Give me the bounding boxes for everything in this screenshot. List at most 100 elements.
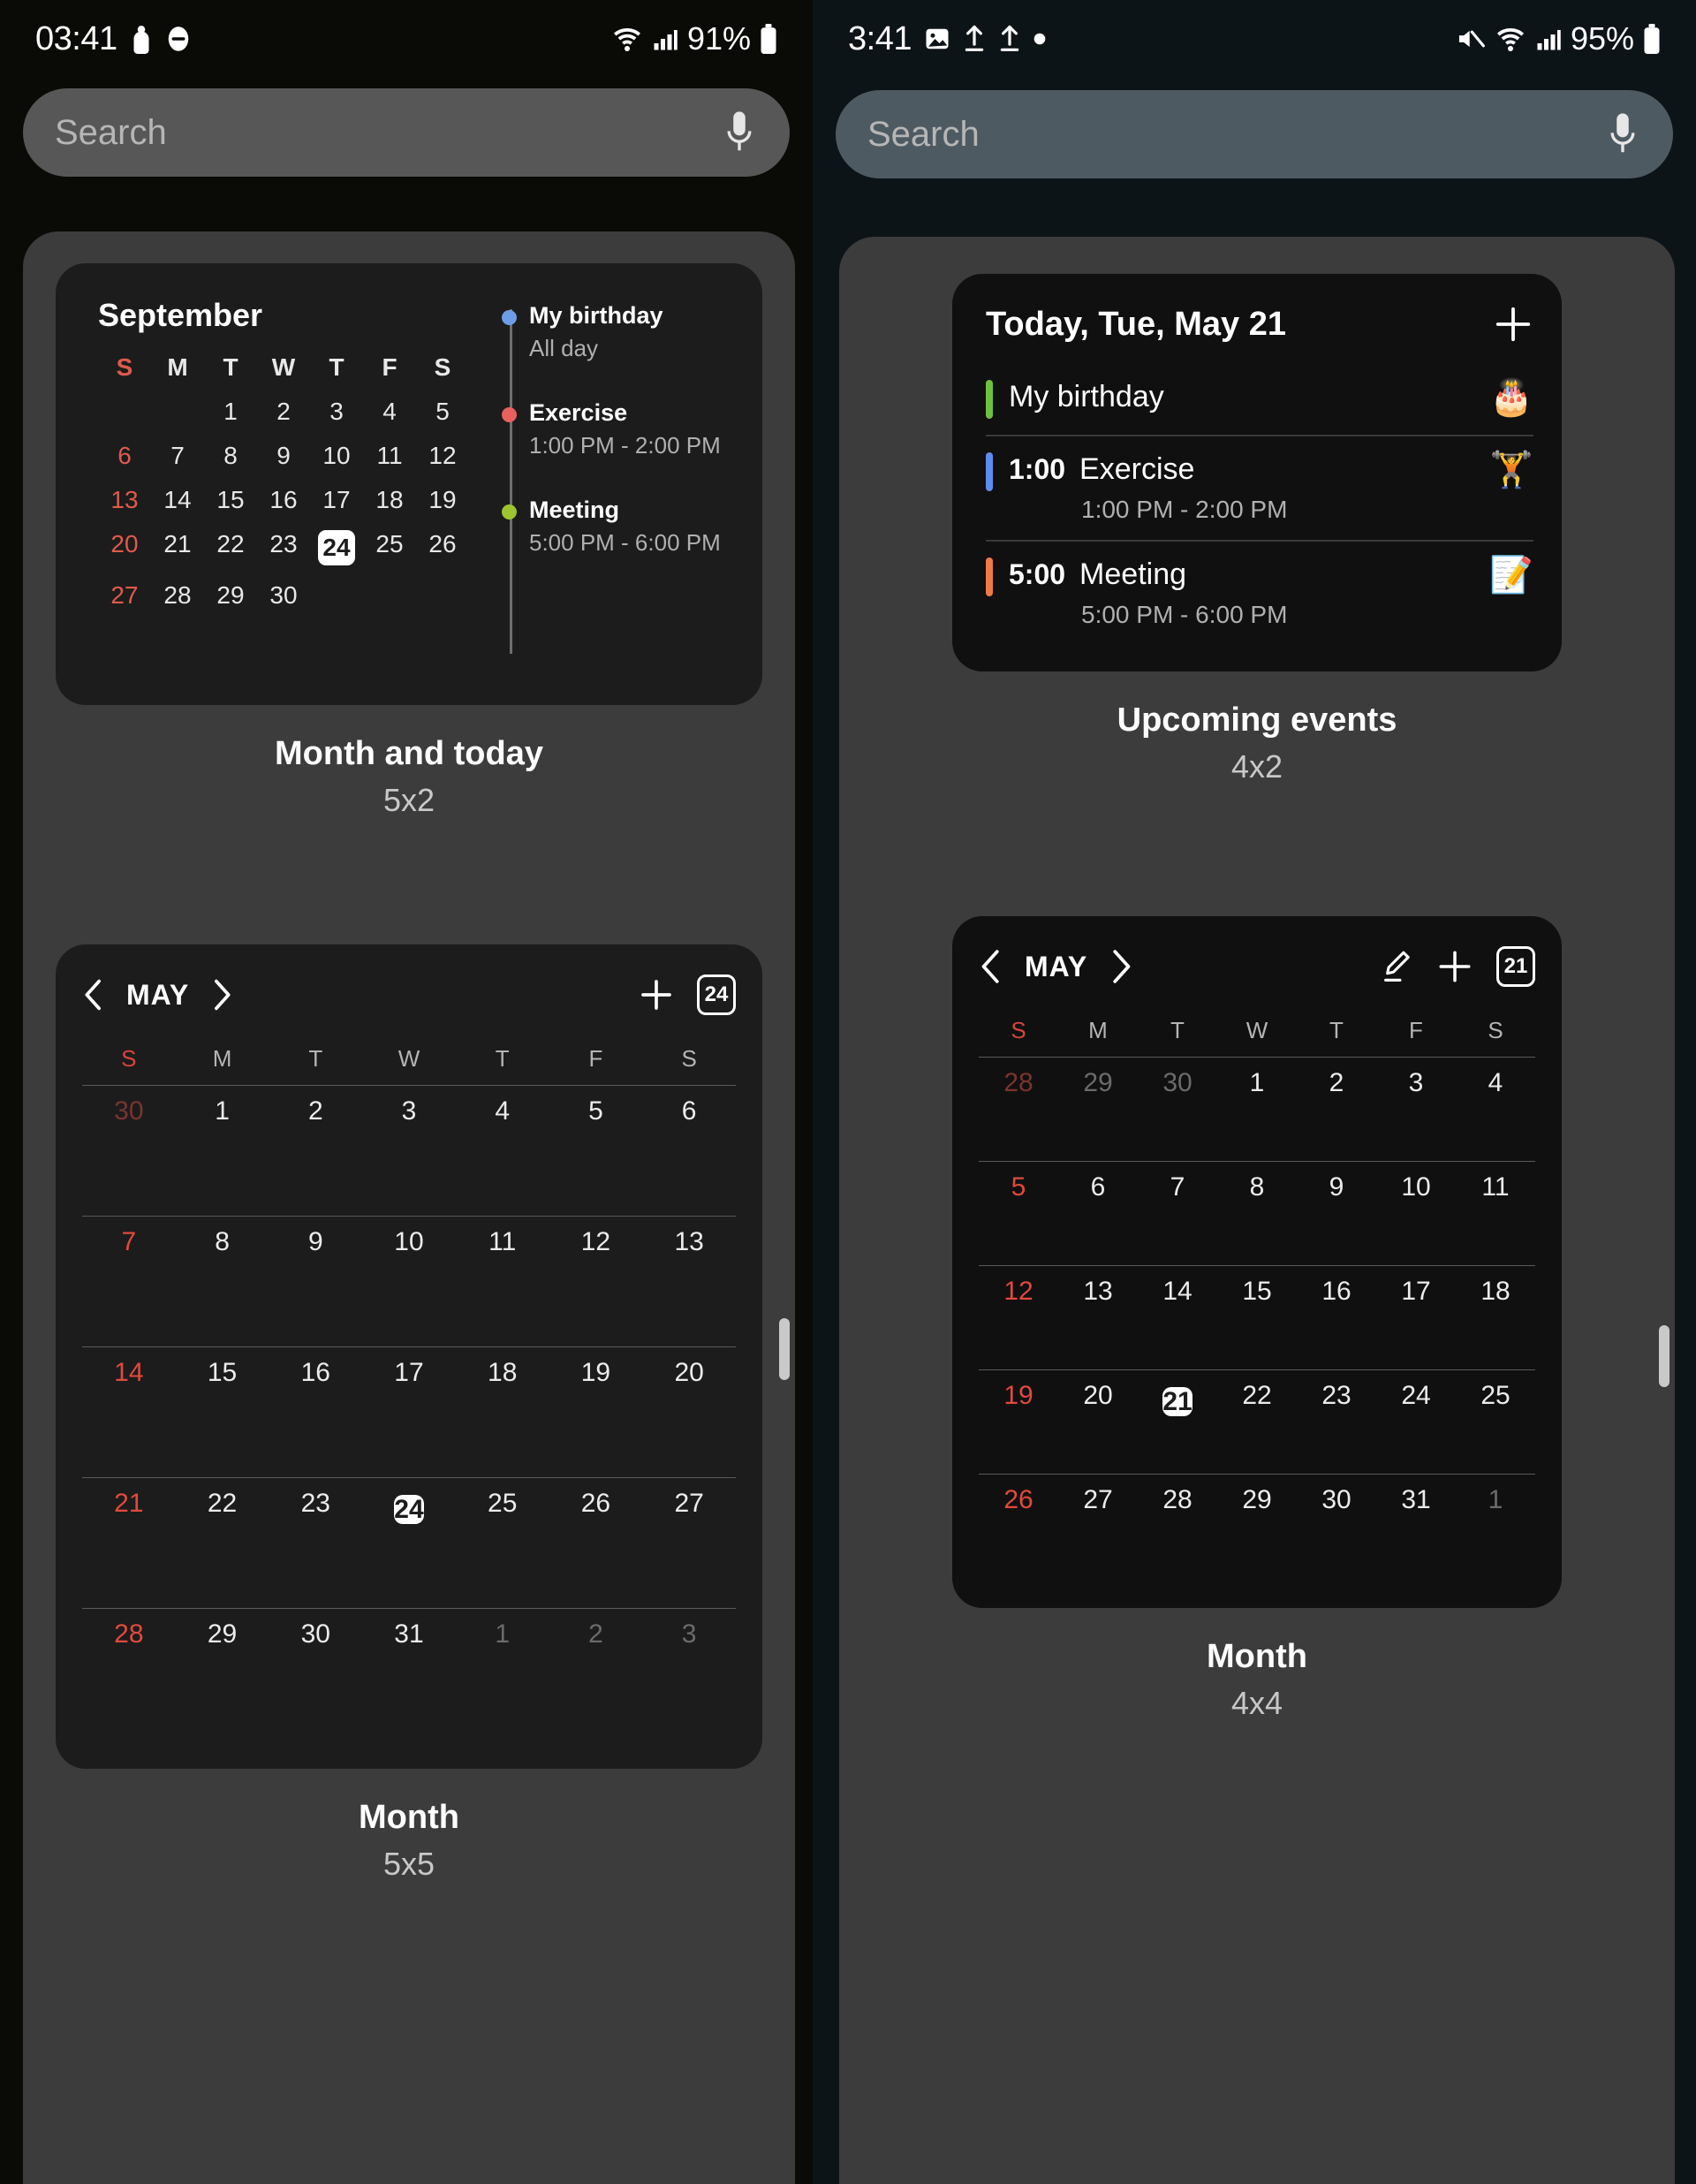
widget-entry-month-4x4[interactable]: MAY 21 S M T W T F S 28 29 30 1 2 3 4 5 … bbox=[839, 916, 1675, 1722]
day-cell[interactable]: 26 bbox=[979, 1485, 1058, 1515]
day-cell[interactable]: 28 bbox=[1138, 1485, 1217, 1515]
day-cell[interactable]: 17 bbox=[362, 1358, 456, 1388]
day-cell[interactable]: 9 bbox=[1297, 1172, 1376, 1202]
left-scrollbar-thumb[interactable] bbox=[779, 1318, 790, 1380]
day-cell[interactable]: 3 bbox=[1376, 1068, 1456, 1098]
day-cell[interactable]: 28 bbox=[82, 1619, 176, 1649]
day-cell[interactable]: 19 bbox=[549, 1358, 643, 1388]
left-search-bar[interactable]: Search bbox=[23, 88, 790, 177]
day-cell[interactable]: 22 bbox=[176, 1489, 269, 1531]
widget-entry-month-and-today[interactable]: September S M T W T F S 1 2 3 4 5 6 7 8 … bbox=[23, 263, 795, 819]
today-cell[interactable]: 21 bbox=[1138, 1381, 1217, 1423]
widget-entry-month-5x5[interactable]: MAY 24 S M T W T F S 30 1 2 3 4 5 6 7 8 … bbox=[23, 944, 795, 1883]
chevron-left-icon[interactable] bbox=[82, 977, 105, 1012]
day-cell[interactable]: 23 bbox=[269, 1489, 362, 1531]
day-cell[interactable]: 12 bbox=[549, 1227, 643, 1257]
day-cell[interactable]: 8 bbox=[1217, 1172, 1297, 1202]
day-cell[interactable]: 16 bbox=[269, 1358, 362, 1388]
event-row[interactable]: My birthday 🎂 bbox=[986, 364, 1533, 435]
day-cell[interactable]: 2 bbox=[269, 1096, 362, 1126]
month-5x5-preview[interactable]: MAY 24 S M T W T F S 30 1 2 3 4 5 6 7 8 … bbox=[56, 944, 762, 1769]
day-cell[interactable]: 25 bbox=[1456, 1381, 1535, 1423]
chevron-left-icon[interactable] bbox=[979, 947, 1003, 986]
day-cell[interactable]: 1 bbox=[176, 1096, 269, 1126]
event-row[interactable]: 1:00 Exercise 1:00 PM - 2:00 PM 🏋️ bbox=[986, 435, 1533, 540]
day-cell[interactable]: 4 bbox=[456, 1096, 549, 1126]
day-cell[interactable]: 1 bbox=[456, 1619, 549, 1649]
day-cell[interactable]: 30 bbox=[269, 1619, 362, 1649]
day-cell[interactable]: 30 bbox=[1297, 1485, 1376, 1515]
day-cell[interactable]: 2 bbox=[549, 1619, 643, 1649]
day-cell[interactable]: 1 bbox=[1456, 1485, 1535, 1515]
day-cell[interactable]: 3 bbox=[642, 1619, 736, 1649]
day-cell[interactable]: 15 bbox=[176, 1358, 269, 1388]
month-4x4-preview[interactable]: MAY 21 S M T W T F S 28 29 30 1 2 3 4 5 … bbox=[952, 916, 1562, 1608]
month-and-today-preview[interactable]: September S M T W T F S 1 2 3 4 5 6 7 8 … bbox=[56, 263, 762, 705]
chevron-right-icon[interactable] bbox=[1109, 947, 1133, 986]
day-cell[interactable]: 30 bbox=[1138, 1068, 1217, 1098]
day-cell[interactable]: 31 bbox=[1376, 1485, 1456, 1515]
day-cell[interactable]: 11 bbox=[456, 1227, 549, 1257]
day-cell[interactable]: 21 bbox=[82, 1489, 176, 1531]
day-cell[interactable]: 8 bbox=[176, 1227, 269, 1257]
day-cell[interactable]: 9 bbox=[269, 1227, 362, 1257]
chevron-right-icon[interactable] bbox=[210, 977, 233, 1012]
day-cell[interactable]: 26 bbox=[549, 1489, 643, 1531]
day-cell[interactable]: 29 bbox=[1217, 1485, 1297, 1515]
day-cell[interactable]: 29 bbox=[1058, 1068, 1138, 1098]
left-widget-sheet[interactable]: September S M T W T F S 1 2 3 4 5 6 7 8 … bbox=[23, 231, 795, 2184]
plus-icon[interactable] bbox=[1493, 304, 1533, 345]
day-cell[interactable]: 12 bbox=[979, 1277, 1058, 1307]
day-cell[interactable]: 18 bbox=[456, 1358, 549, 1388]
day-cell[interactable]: 23 bbox=[1297, 1381, 1376, 1423]
day-cell[interactable]: 5 bbox=[549, 1096, 643, 1126]
day-cell[interactable]: 30 bbox=[82, 1096, 176, 1126]
widget-entry-upcoming-events[interactable]: Today, Tue, May 21 My birthday 🎂 1:00 Ex… bbox=[839, 274, 1675, 785]
day-cell[interactable]: 10 bbox=[1376, 1172, 1456, 1202]
plus-icon[interactable] bbox=[1436, 948, 1473, 985]
upcoming-events-preview[interactable]: Today, Tue, May 21 My birthday 🎂 1:00 Ex… bbox=[952, 274, 1562, 671]
day-cell[interactable]: 6 bbox=[642, 1096, 736, 1126]
day-cell[interactable]: 13 bbox=[642, 1227, 736, 1257]
day-cell[interactable]: 27 bbox=[1058, 1485, 1138, 1515]
day-cell[interactable]: 27 bbox=[642, 1489, 736, 1531]
day-cell[interactable]: 6 bbox=[1058, 1172, 1138, 1202]
day-cell[interactable]: 10 bbox=[362, 1227, 456, 1257]
day-cell[interactable]: 11 bbox=[1456, 1172, 1535, 1202]
day-cell[interactable]: 16 bbox=[1297, 1277, 1376, 1307]
day-cell[interactable]: 28 bbox=[979, 1068, 1058, 1098]
day-cell[interactable]: 31 bbox=[362, 1619, 456, 1649]
right-search-bar[interactable]: Search bbox=[836, 90, 1673, 178]
day-cell[interactable]: 22 bbox=[1217, 1381, 1297, 1423]
day-cell[interactable]: 4 bbox=[1456, 1068, 1535, 1098]
day-cell[interactable]: 7 bbox=[82, 1227, 176, 1257]
day-cell[interactable]: 15 bbox=[1217, 1277, 1297, 1307]
right-scrollbar-thumb[interactable] bbox=[1659, 1325, 1670, 1387]
day-cell[interactable]: 19 bbox=[979, 1381, 1058, 1423]
event-row[interactable]: 5:00 Meeting 5:00 PM - 6:00 PM 📝 bbox=[986, 540, 1533, 645]
today-chip[interactable]: 21 bbox=[1496, 946, 1535, 987]
day-cell[interactable]: 2 bbox=[1297, 1068, 1376, 1098]
day-cell[interactable]: 24 bbox=[1376, 1381, 1456, 1423]
day-cell[interactable]: 18 bbox=[1456, 1277, 1535, 1307]
day-cell[interactable]: 29 bbox=[176, 1619, 269, 1649]
day-cell[interactable]: 3 bbox=[362, 1096, 456, 1126]
day-cell[interactable]: 25 bbox=[456, 1489, 549, 1531]
day-cell[interactable]: 7 bbox=[1138, 1172, 1217, 1202]
day-cell[interactable]: 13 bbox=[1058, 1277, 1138, 1307]
search-input[interactable]: Search bbox=[55, 113, 167, 153]
day-cell[interactable]: 1 bbox=[1217, 1068, 1297, 1098]
microphone-icon[interactable] bbox=[1604, 110, 1641, 158]
day-cell[interactable]: 14 bbox=[1138, 1277, 1217, 1307]
day-cell[interactable]: 20 bbox=[1058, 1381, 1138, 1423]
plus-icon[interactable] bbox=[639, 977, 674, 1012]
today-chip[interactable]: 24 bbox=[697, 974, 736, 1015]
day-cell[interactable]: 14 bbox=[82, 1358, 176, 1388]
today-cell[interactable]: 24 bbox=[362, 1489, 456, 1531]
pen-icon[interactable] bbox=[1378, 948, 1413, 985]
day-cell[interactable]: 17 bbox=[1376, 1277, 1456, 1307]
right-widget-sheet[interactable]: Today, Tue, May 21 My birthday 🎂 1:00 Ex… bbox=[839, 237, 1675, 2184]
day-cell[interactable]: 5 bbox=[979, 1172, 1058, 1202]
day-cell[interactable]: 20 bbox=[642, 1358, 736, 1388]
microphone-icon[interactable] bbox=[721, 109, 758, 156]
